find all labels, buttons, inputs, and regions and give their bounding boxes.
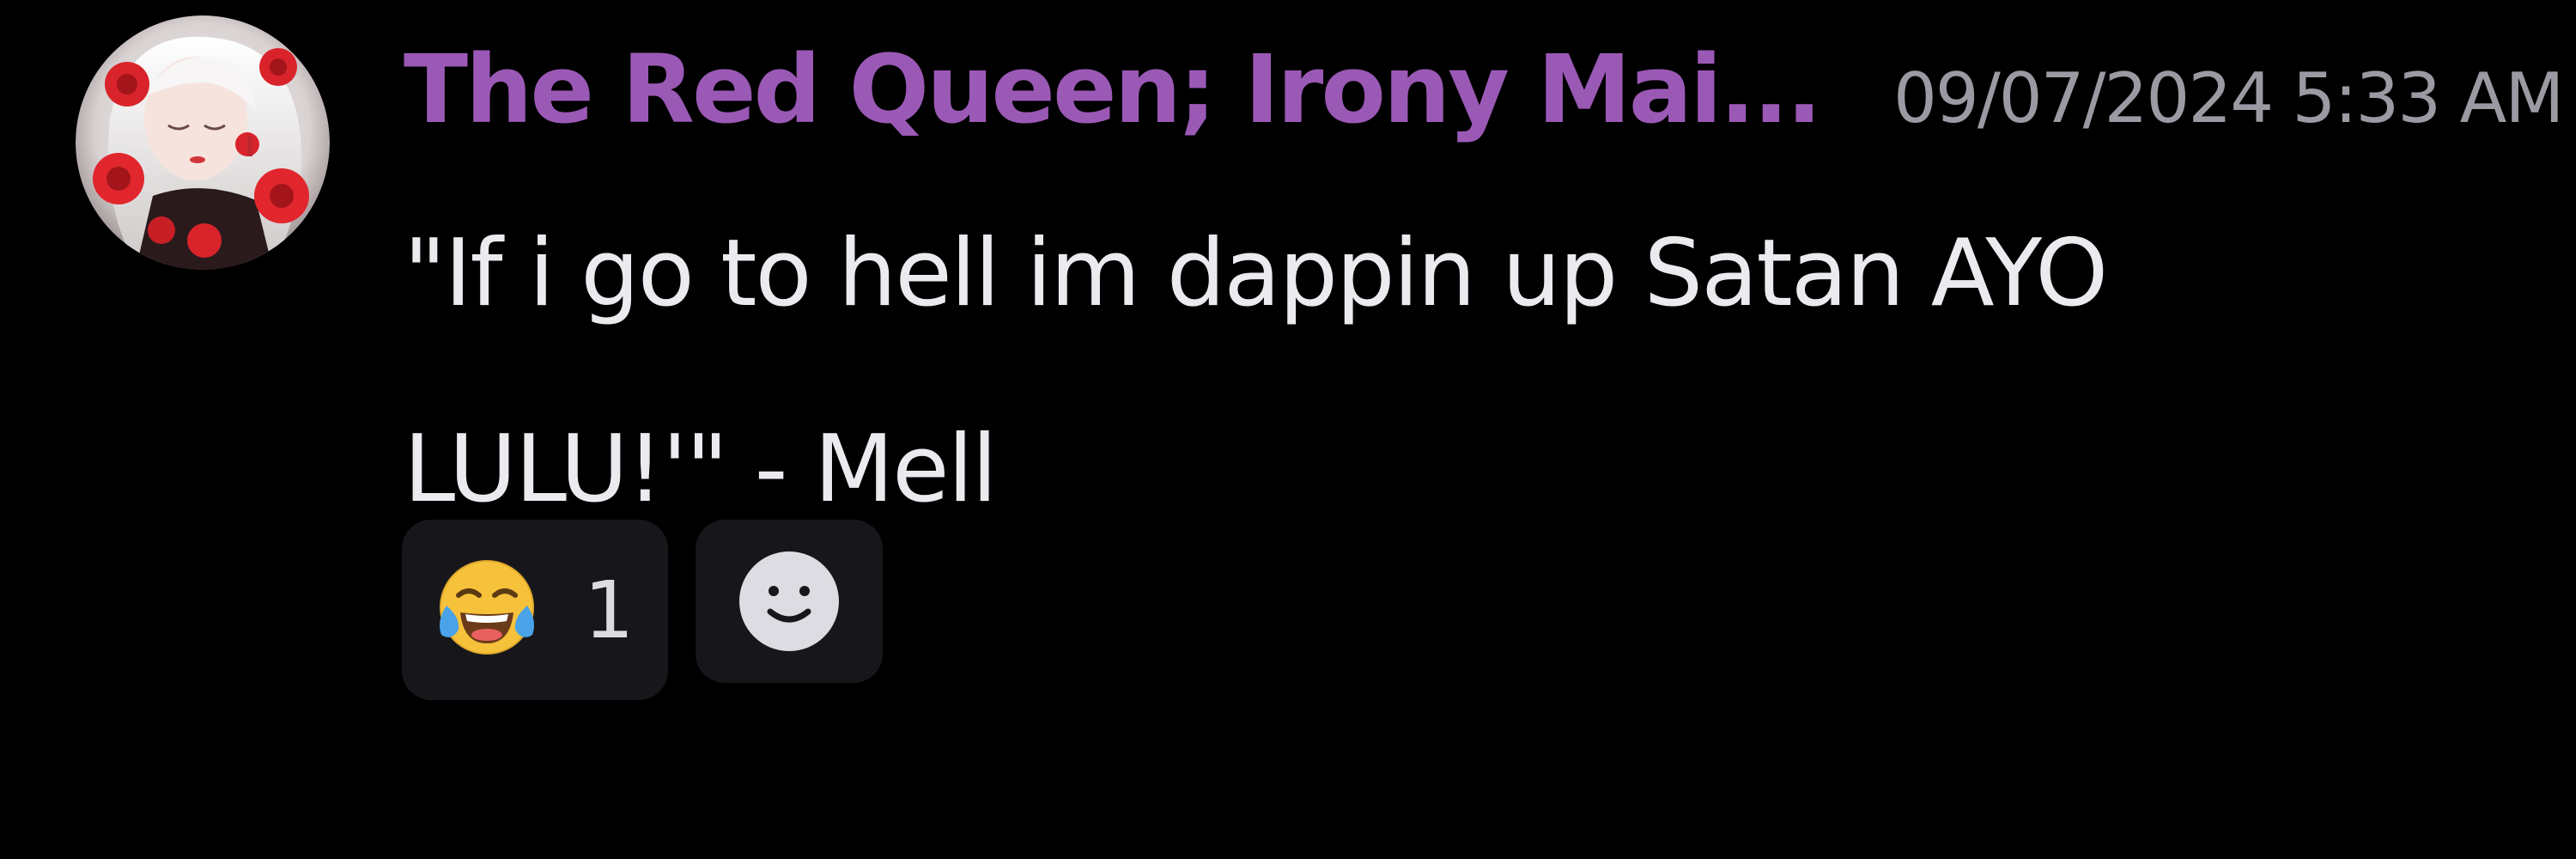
reactions-bar: 1: [402, 520, 883, 700]
add-reaction-button[interactable]: [696, 520, 883, 683]
chat-message: The Red Queen; Irony Mai... 09/07/2024 5…: [0, 0, 2576, 859]
message-line: "If i go to hell im dappin up Satan AYO: [404, 220, 2108, 327]
avatar-image: [76, 15, 330, 270]
message-content: "If i go to hell im dappin up Satan AYO …: [404, 176, 2379, 568]
reaction-laugh-button[interactable]: 1: [402, 520, 668, 700]
smiley-add-reaction-icon: [739, 551, 839, 651]
face-with-tears-of-joy-icon: [440, 560, 534, 655]
message-header: The Red Queen; Irony Mai... 09/07/2024 5…: [404, 34, 2564, 155]
message-timestamp: 09/07/2024 5:33 AM: [1893, 58, 2564, 138]
author-name[interactable]: The Red Queen; Irony Mai...: [404, 34, 1822, 144]
author-avatar[interactable]: [76, 15, 330, 270]
reaction-count: 1: [584, 564, 635, 656]
